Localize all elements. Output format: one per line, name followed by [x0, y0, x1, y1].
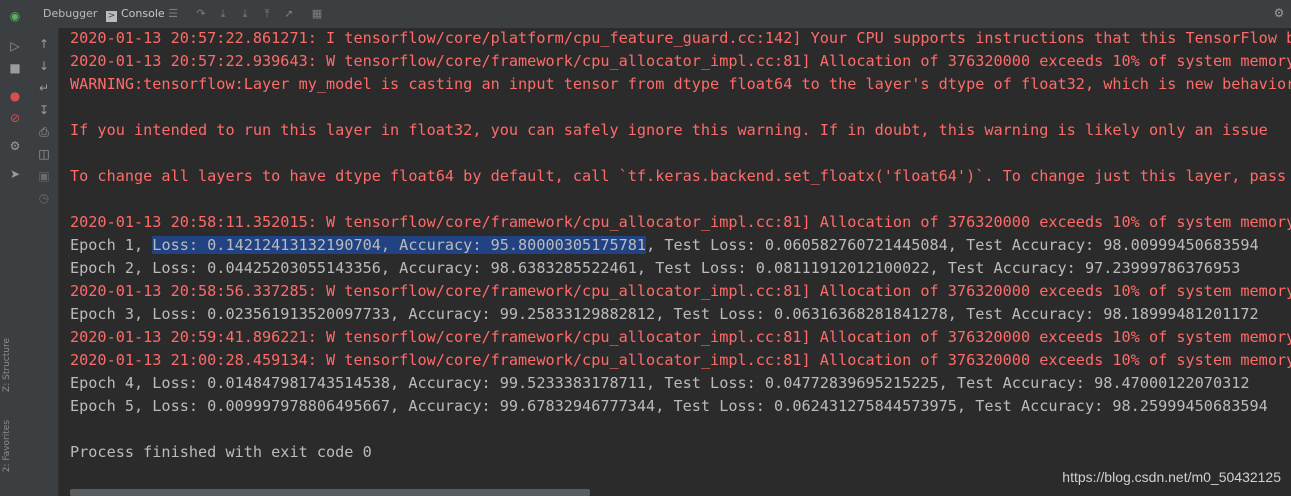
epoch-line-1: Epoch 1, Loss: 0.14212413132190704, Accu…	[70, 234, 1259, 256]
tab-console-label: Console	[121, 7, 165, 20]
list-icon[interactable]: ☰	[165, 6, 181, 22]
log-line-float32-note: If you intended to run this layer in flo…	[70, 121, 1268, 139]
horizontal-scrollbar[interactable]	[70, 489, 590, 496]
log-line-allocation-4: 2020-01-13 20:59:41.896221: W tensorflow…	[70, 328, 1291, 346]
camera-icon[interactable]: ▣	[36, 168, 52, 184]
mute-breakpoints-icon[interactable]: ⊘	[7, 110, 23, 126]
log-line-floatx-note: To change all layers to have dtype float…	[70, 167, 1287, 185]
settings-icon[interactable]: ⚙	[7, 138, 23, 154]
tab-debugger[interactable]: Debugger	[43, 0, 97, 28]
soft-wrap-icon[interactable]: ↵	[36, 80, 52, 96]
bug-icon[interactable]: ◉	[7, 8, 23, 24]
trash-icon[interactable]: ◫	[36, 146, 52, 162]
log-line-allocation-2: 2020-01-13 20:58:11.352015: W tensorflow…	[70, 213, 1291, 231]
log-line-cpu-feature: 2020-01-13 20:57:22.861271: I tensorflow…	[70, 29, 1291, 47]
epoch-line-4: Epoch 4, Loss: 0.014847981743514538, Acc…	[70, 374, 1250, 392]
console-tool-column: ↑ ↓ ↵ ↧ ⎙ ◫ ▣ ◷	[30, 28, 59, 496]
epoch-line-3: Epoch 3, Loss: 0.023561913520097733, Acc…	[70, 305, 1259, 323]
stop-icon[interactable]: ■	[7, 60, 23, 76]
tab-console[interactable]: > Console	[106, 0, 165, 28]
epoch-line-2: Epoch 2, Loss: 0.04425203055143356, Accu…	[70, 259, 1241, 277]
structure-side-label[interactable]: Z: Structure	[2, 338, 12, 392]
step-into-icon[interactable]: ⤓	[215, 6, 231, 22]
step-out-icon[interactable]: ⤒	[259, 6, 275, 22]
step-over-icon[interactable]: ↷	[193, 6, 209, 22]
selected-text: Loss: 0.14212413132190704, Accuracy: 95.…	[152, 236, 647, 254]
left-tool-strip: ◉ ▷ ■ ● ⊘ ⚙ ➤ Z: Structure 2: Favorites	[0, 0, 31, 496]
console-icon: >	[106, 11, 117, 22]
log-line-allocation-1: 2020-01-13 20:57:22.939643: W tensorflow…	[70, 52, 1291, 70]
pin-icon[interactable]: ➤	[7, 166, 23, 182]
epoch-line-5: Epoch 5, Loss: 0.009997978806495667, Acc…	[70, 397, 1268, 415]
favorites-side-label[interactable]: 2: Favorites	[2, 420, 12, 472]
up-arrow-icon[interactable]: ↑	[36, 36, 52, 52]
epoch-1-prefix: Epoch 1,	[70, 236, 153, 254]
clock-icon[interactable]: ◷	[36, 190, 52, 206]
down-arrow-icon[interactable]: ↓	[36, 58, 52, 74]
log-line-casting-warning: WARNING:tensorflow:Layer my_model is cas…	[70, 75, 1291, 93]
evaluate-icon[interactable]: ▦	[309, 6, 325, 22]
log-line-allocation-3: 2020-01-13 20:58:56.337285: W tensorflow…	[70, 282, 1291, 300]
console-output[interactable]: 2020-01-13 20:57:22.861271: I tensorflow…	[59, 28, 1291, 496]
log-line-allocation-5: 2020-01-13 21:00:28.459134: W tensorflow…	[70, 351, 1291, 369]
epoch-1-suffix: , Test Loss: 0.060582760721445084, Test …	[646, 236, 1259, 254]
print-icon[interactable]: ⎙	[36, 124, 52, 140]
debug-tab-bar: Debugger > Console ☰ ↷ ⤓ ⤓ ⤒ ➚ ▦ ⚙	[30, 0, 1291, 29]
process-exit-line: Process finished with exit code 0	[70, 443, 372, 461]
gear-icon[interactable]: ⚙	[1271, 5, 1287, 21]
scroll-to-end-icon[interactable]: ↧	[36, 102, 52, 118]
resume-icon[interactable]: ▷	[7, 38, 23, 54]
step-into-my-code-icon[interactable]: ⤓	[237, 6, 253, 22]
watermark: https://blog.csdn.net/m0_50432125	[1062, 469, 1281, 485]
run-to-cursor-icon[interactable]: ➚	[281, 6, 297, 22]
view-breakpoints-icon[interactable]: ●	[7, 88, 23, 104]
